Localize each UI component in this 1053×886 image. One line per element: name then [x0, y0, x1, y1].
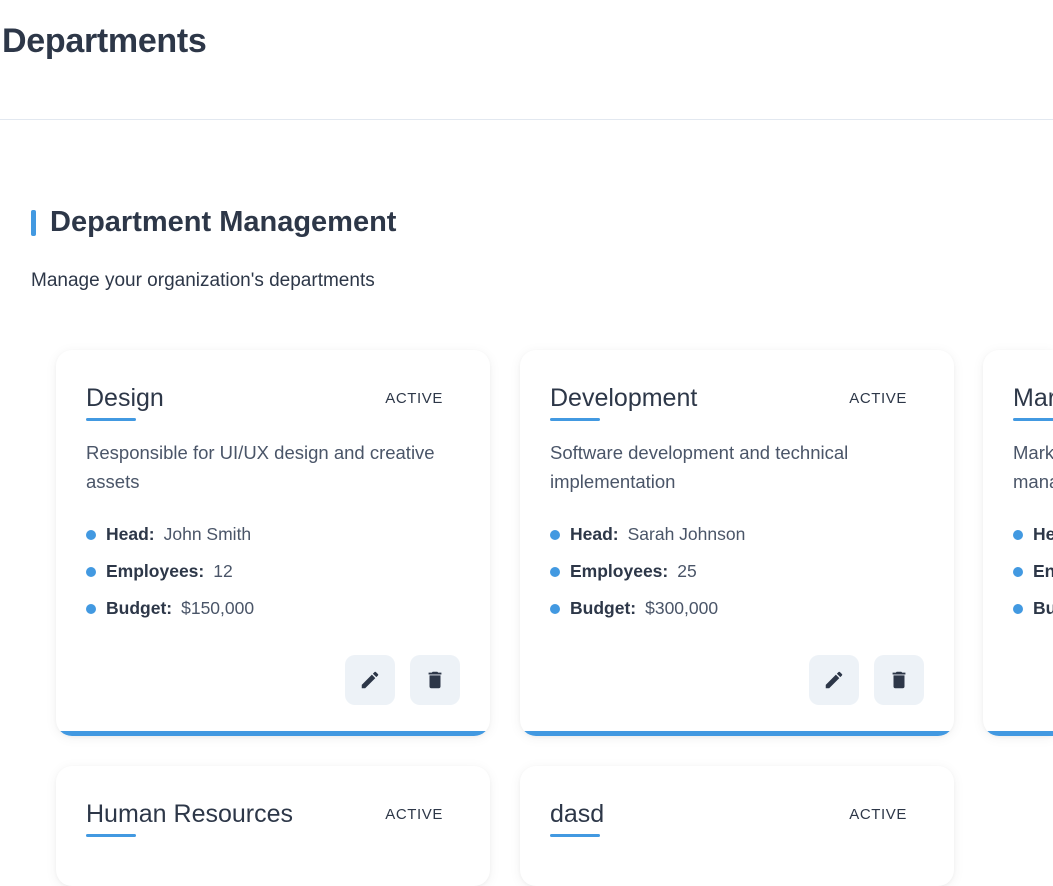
bullet-icon — [550, 603, 560, 614]
detail-label: Budget: — [570, 598, 637, 618]
detail-label: Bu — [1033, 598, 1053, 618]
department-name: Development — [550, 384, 698, 412]
status-badge: ACTIVE — [385, 390, 443, 407]
department-name: Mar — [1013, 384, 1053, 412]
detail-value: 25 — [677, 561, 697, 581]
detail-employees: En — [1013, 553, 1053, 590]
detail-budget: Bu — [1013, 590, 1053, 627]
section-title: Department Management — [50, 206, 397, 238]
name-underline — [550, 834, 600, 837]
department-card-design: Design ACTIVE Responsible for UI/UX desi… — [56, 350, 490, 736]
edit-button[interactable] — [809, 655, 859, 705]
department-card-partial: Mar Mark mana He En Bu — [983, 350, 1053, 736]
name-underline — [86, 418, 136, 421]
bullet-icon — [550, 566, 560, 577]
detail-value: $150,000 — [181, 598, 255, 618]
detail-value: $300,000 — [645, 598, 719, 618]
delete-button[interactable] — [410, 655, 460, 705]
department-description: Responsible for UI/UX design and creativ… — [86, 442, 435, 492]
detail-budget: Budget: $150,000 — [86, 590, 254, 627]
detail-label: Head: — [570, 524, 619, 544]
name-underline — [1013, 418, 1053, 421]
description-line: Mark — [1013, 442, 1053, 463]
department-details: Head: Sarah Johnson Employees: 25 Budget… — [550, 524, 745, 637]
detail-value: 12 — [213, 561, 233, 581]
department-card-development: Development ACTIVE Software development … — [520, 350, 954, 736]
detail-employees: Employees: 25 — [550, 553, 745, 590]
detail-label: Budget: — [106, 598, 173, 618]
detail-label: Employees: — [106, 561, 205, 581]
detail-label: He — [1033, 524, 1053, 544]
detail-employees: Employees: 12 — [86, 553, 254, 590]
department-name: dasd — [550, 800, 605, 828]
detail-label: Head: — [106, 524, 155, 544]
page-title: Departments — [2, 22, 207, 60]
detail-value: Sarah Johnson — [627, 524, 746, 544]
card-actions — [809, 655, 924, 705]
department-description: Mark mana — [1013, 438, 1053, 496]
detail-head: Head: John Smith — [86, 516, 254, 553]
bullet-icon — [1013, 603, 1023, 614]
bullet-icon — [86, 529, 96, 540]
name-underline — [86, 834, 136, 837]
department-description: Software development and technical imple… — [550, 442, 849, 492]
detail-value: John Smith — [163, 524, 252, 544]
bullet-icon — [1013, 566, 1023, 577]
section-accent-bar — [31, 210, 36, 236]
detail-budget: Budget: $300,000 — [550, 590, 745, 627]
page-header: Departments — [0, 0, 1053, 120]
status-badge: ACTIVE — [849, 806, 907, 823]
bullet-icon — [86, 603, 96, 614]
section-subtitle: Manage your organization's departments — [31, 270, 375, 291]
status-badge: ACTIVE — [385, 806, 443, 823]
trash-icon — [428, 671, 442, 689]
pencil-icon — [825, 671, 843, 689]
card-actions — [345, 655, 460, 705]
edit-button[interactable] — [345, 655, 395, 705]
detail-label: En — [1033, 561, 1053, 581]
delete-button[interactable] — [874, 655, 924, 705]
department-details: He En Bu — [1013, 524, 1053, 637]
department-details: Head: John Smith Employees: 12 Budget: $… — [86, 524, 254, 637]
status-badge: ACTIVE — [849, 390, 907, 407]
detail-head: He — [1013, 516, 1053, 553]
pencil-icon — [361, 671, 379, 689]
detail-head: Head: Sarah Johnson — [550, 516, 745, 553]
bullet-icon — [1013, 529, 1023, 540]
department-name: Design — [86, 384, 164, 412]
bullet-icon — [86, 566, 96, 577]
detail-label: Employees: — [570, 561, 669, 581]
department-card-dasd: dasd ACTIVE — [520, 766, 954, 886]
bullet-icon — [550, 529, 560, 540]
department-card-human-resources: Human Resources ACTIVE — [56, 766, 490, 886]
trash-icon — [892, 671, 906, 689]
name-underline — [550, 418, 600, 421]
department-name: Human Resources — [86, 800, 294, 828]
description-line: mana — [1013, 471, 1053, 492]
